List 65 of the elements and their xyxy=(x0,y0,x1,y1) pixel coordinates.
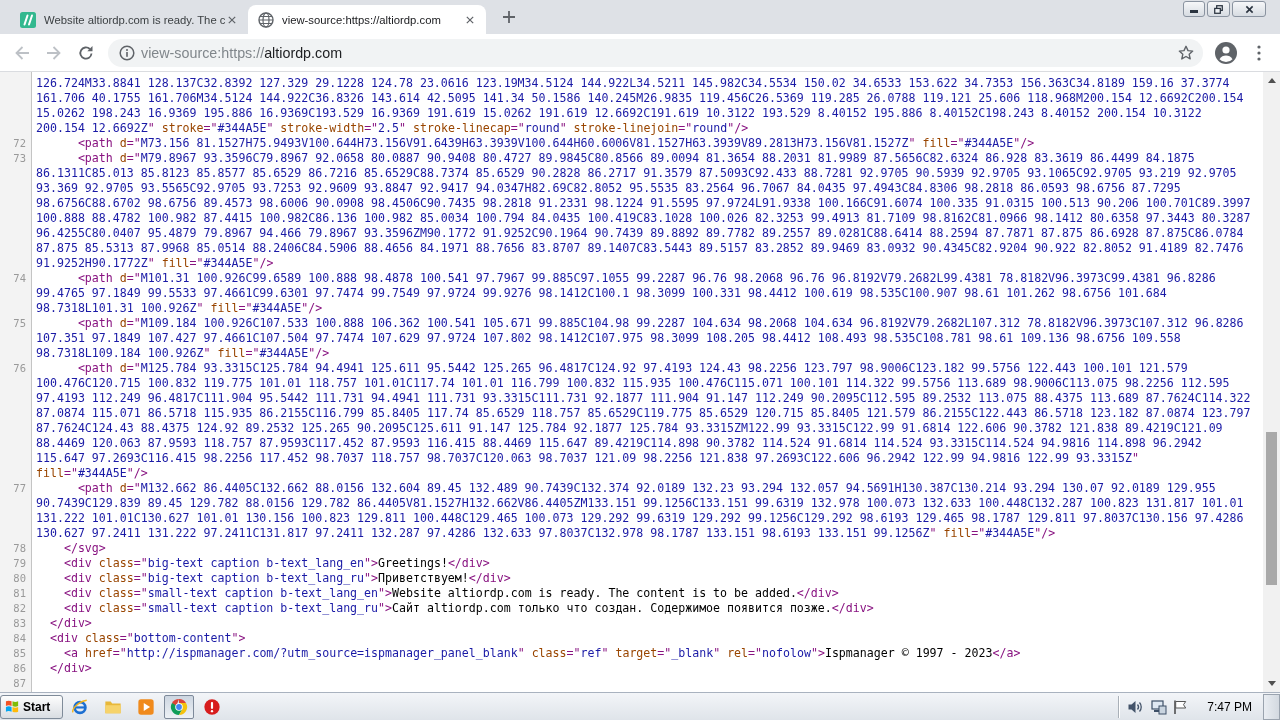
menu-icon[interactable] xyxy=(1257,44,1261,61)
source-line: </svg> xyxy=(62,541,106,556)
minimize-icon xyxy=(1190,10,1198,13)
slash-logo-icon xyxy=(20,11,36,28)
line-number: 86 xyxy=(12,661,26,676)
round-logo-icon xyxy=(170,697,188,716)
scrollbar-thumb[interactable] xyxy=(1266,432,1277,585)
close-button[interactable] xyxy=(1232,1,1266,17)
source-line: <div class="small-text caption b-text_lang_en">Website altiordp.com is ready. The content is to be added.</div> xyxy=(62,586,839,601)
line-number: 83 xyxy=(12,616,26,631)
source-line: </div> xyxy=(48,661,92,676)
flag-icon[interactable] xyxy=(1172,698,1189,715)
line-number: 80 xyxy=(12,571,26,586)
line-number: 78 xyxy=(12,541,26,556)
browser-tab[interactable]: Website altiordp.com is ready. The c xyxy=(10,5,248,34)
source-line: <path d="M101.31 100.926C99.6589 100.888 98.4878 100.541 97.7967 99.885C97.1055 99.2287 96.76 98.2068 96.76 96.8192V79.2682L99.4381 78.8182V96.3973C99.4381 96.8286 99.4765 97.1849 99.5533 97.4661C99.6301 97.7474 99.7549 97.9724 99.9276 98.1412C100.1 98.3099 100.331 98.4412 100.619 98.535C100.907 98.61 101.262 98.6756 101.684 98.7318L101.31 100.926Z" fill="#344A5E"/> xyxy=(36,271,1216,316)
info-icon[interactable] xyxy=(119,44,135,61)
source-line: <path d="M73.156 81.1527H75.9493V100.644H73.156V91.6439H63.3939V100.644H60.6006V81.1527H63.3939V89.2813H73.156V81.1527Z" fill="#344A5E"/> xyxy=(76,136,1035,151)
source-line: <div class="bottom-content"> xyxy=(48,631,246,646)
source-line: <path d="M109.184 100.926C107.533 100.888 106.362 100.541 105.671 99.885C104.98 99.2287 104.634 98.2068 104.634 96.8192V79.2682L107.312 78.8182V96.3973C107.312 96.8286 107.351 97.1849 107.427 97.4661C107.504 97.7474 107.629 97.9724 107.802 98.1412C107.975 98.3099 108.205 98.4412 108.493 98.535C108.781 98.61 109.136 98.6756 109.558 98.7318L109.184 100.926Z" fill="#344A5E"/> xyxy=(36,316,1244,361)
close-icon xyxy=(1244,4,1254,14)
scrollbar[interactable] xyxy=(1263,72,1280,692)
line-number: 84 xyxy=(12,631,26,646)
ring-logo-icon[interactable] xyxy=(71,697,89,716)
source-line: <path d="M125.784 93.3315C125.784 94.4941 125.611 95.5442 125.265 96.4817C124.92 97.4193 124.43 98.2256 123.797 98.9006C123.182 99.5756 122.443 100.101 121.579 100.476C120.715 100.832 119.775 101.01 118.757 101.01C117.74 101.01 116.799 100.832 115.935 100.476C115.071 100.101 114.322 99.5756 113.689 98.9006C113.075 98.2256 112.595 97.4193 112.249 96.4817C111.904 95.5442 111.731 94.4941 111.731 93.3315C111.731 92.1877 111.904 91.147 112.249 90.2095C112.595 89.2532 113.075 88.4375 113.689 87.7624C114.322 87.0874 115.071 86.5718 115.935 86.2155C116.799 85.8405 117.74 85.6529 118.757 85.6529C119.775 85.6529 120.715 85.8405 121.579 86.2155C122.443 86.5718 123.182 87.0874 123.797 87.7624C124.43 88.4375 124.92 89.2532 125.265 90.2095C125.611 91.147 125.784 92.1877 125.784 93.3315ZM122.99 93.3315C122.99 91.6814 122.606 90.3782 121.838 89.4219C121.09 88.4469 120.063 87.9593 118.757 87.9593C117.452 87.9593 116.415 88.4469 115.647 89.4219C114.898 90.3782 114.524 91.6814 114.524 93.3315C114.524 94.9816 114.898 96.2942 115.647 97.2693C116.415 98.2256 117.452 98.7037 118.757 98.7037C120.063 98.7037 121.09 98.2256 121.838 97.2693C122.606 96.2942 122.99 94.9816 122.99 93.3315Z" fill="#344A5E"/> xyxy=(36,361,1251,481)
line-number: 75 xyxy=(12,316,26,331)
line-number: 77 xyxy=(12,481,26,496)
source-line: </div> xyxy=(48,616,92,631)
source-line: <path d="M132.662 86.4405C132.662 88.0156 132.604 89.45 132.489 90.7439C132.374 92.0189 132.23 93.294 132.057 94.5691H130.387C130.214 93.294 130.07 92.0189 129.955 90.7439C129.839 89.45 129.782 88.0156 129.782 86.4405V81.1527H132.662V86.4405ZM133.151 99.1256C133.151 99.6319 132.978 100.073 132.633 100.448C132.287 100.823 131.817 101.01 131.222 101.01C130.627 101.01 130.156 100.823 129.811 100.448C129.465 100.073 129.292 99.6319 129.292 99.1256C129.292 98.6193 129.465 98.1787 129.811 97.8037C130.156 97.4286 130.627 97.2411 131.222 97.2411C131.817 97.2411 132.287 97.4286 132.633 97.8037C132.978 98.1787 133.151 98.6193 133.151 99.1256Z" fill="#344A5E"/> xyxy=(36,481,1244,541)
source-line: <div class="big-text caption b-text_lang_ru">Приветствуем!</div> xyxy=(62,571,511,586)
plus-icon[interactable] xyxy=(503,11,515,23)
exclamation-icon[interactable] xyxy=(203,697,221,716)
arrow-down-icon[interactable] xyxy=(1267,681,1276,686)
line-number: 76 xyxy=(12,361,26,376)
speaker-icon[interactable] xyxy=(1127,698,1144,715)
line-number: 79 xyxy=(12,556,26,571)
account-icon[interactable] xyxy=(1214,40,1238,65)
start-button[interactable]: Start xyxy=(0,694,63,719)
restore-icon xyxy=(1214,4,1223,14)
globe-icon xyxy=(258,11,274,28)
source-line: <div class="small-text caption b-text_lang_ru">Сайт altiordp.com только что создан. Содержимое появится позже.</div> xyxy=(62,601,874,616)
line-number: 82 xyxy=(12,601,26,616)
taskbar-button[interactable] xyxy=(164,694,194,719)
line-number: 81 xyxy=(12,586,26,601)
line-number: 85 xyxy=(12,646,26,661)
address-field[interactable]: view-source:https://altiordp.com xyxy=(108,38,1203,67)
close-icon[interactable] xyxy=(228,15,236,24)
line-number: 87 xyxy=(12,676,26,691)
source-line: <div class="big-text caption b-text_lang_en">Greetings!</div> xyxy=(62,556,490,571)
star-icon[interactable] xyxy=(1178,44,1194,61)
source-line: 126.724M33.8841 128.137C32.8392 127.329 29.1228 124.78 23.0616 123.19M34.5124 144.922L34.5211 145.982C34.5534 150.02 34.6533 153.622 34.7353 156.363C34.8189 159.16 37.3774 161.706 40.1755 161.706M34.5124 144.922C36.8326 143.614 42.5095 141.34 50.1586 140.245M26.9835 119.456C26.5369 119.285 26.0788 119.121 25.606 118.968M200.154 12.6692C200.154 15.0262 198.243 16.9369 195.886 16.9369C193.529 16.9369 191.619 15.0262 191.619 12.6692C191.619 10.3122 193.529 8.40152 195.886 8.40152C198.243 8.40152 200.154 10.3122 200.154 12.6692Z" stroke="#344A5E" stroke-width="2.5" stroke-linecap="round" stroke-linejoin="round"/> xyxy=(36,76,1244,136)
line-number: 72 xyxy=(12,136,26,151)
browser-tab[interactable]: view-source:https://altiordp.com xyxy=(248,5,486,34)
source-line: <path d="M79.8967 93.3596C79.8967 92.0658 80.0887 90.9408 80.4727 89.9845C80.8566 89.0094 81.3654 88.2031 81.9989 87.5656C82.6324 86.928 83.3619 86.4499 84.1875 86.1311C85.013 85.8123 85.8577 85.6529 86.7216 85.6529C88.7374 85.6529 90.2828 86.2717 91.3579 87.5093C92.433 88.7281 92.9705 90.5939 92.9705 93.1065C92.9705 93.219 92.9705 93.369 92.9705 93.5565C92.9705 93.7253 92.9609 93.8847 92.9417 94.0347H82.69C82.8052 95.5535 83.2564 96.7067 84.0435 97.4943C84.8306 98.2818 86.0593 98.6756 87.7295 98.6756C88.6702 98.6756 89.4573 98.6006 90.0908 98.4506C90.7435 98.2818 91.2331 98.1224 91.5595 97.9724L91.9338 100.166C91.6074 100.335 91.0315 100.513 90.206 100.701C89.3997 100.888 88.4782 100.982 87.4415 100.982C86.136 100.982 85.0034 100.794 84.0435 100.419C83.1028 100.026 82.3253 99.4913 81.7109 98.8162C81.0966 98.1412 80.6358 97.3443 80.3287 96.4255C80.0407 95.4879 79.8967 94.466 79.8967 93.3596ZM90.1772 91.9252C90.1964 90.7439 89.8892 89.7782 89.2557 89.0281C88.6414 88.2594 87.7871 87.875 86.6928 87.875C86.0784 87.875 85.5313 87.9968 85.0514 88.2406C84.5906 88.4656 84.1971 88.7656 83.8707 89.1407C83.5443 89.5157 83.2852 89.9469 83.0932 90.4345C82.9204 90.922 82.8052 91.4189 82.7476 91.9252H90.1772Z" fill="#344A5E"/> xyxy=(36,151,1251,271)
restore-button[interactable] xyxy=(1207,1,1230,17)
network-icon[interactable] xyxy=(1151,698,1168,715)
four-pane-logo-icon xyxy=(5,699,20,714)
reload-icon[interactable] xyxy=(78,44,94,61)
line-number: 73 xyxy=(12,151,26,166)
source-line: <a href="http://ispmanager.com/?utm_source=ispmanager_panel_blank" class="ref" target="_blank" rel="nofolow">Ispmanager © 1997 - 2023</a> xyxy=(62,646,1021,661)
minimize-button[interactable] xyxy=(1183,1,1205,17)
line-number: 74 xyxy=(12,271,26,286)
close-icon[interactable] xyxy=(466,15,474,24)
clock-text[interactable]: 7:47 PM xyxy=(1207,699,1252,714)
arrow-up-icon[interactable] xyxy=(1267,78,1276,83)
